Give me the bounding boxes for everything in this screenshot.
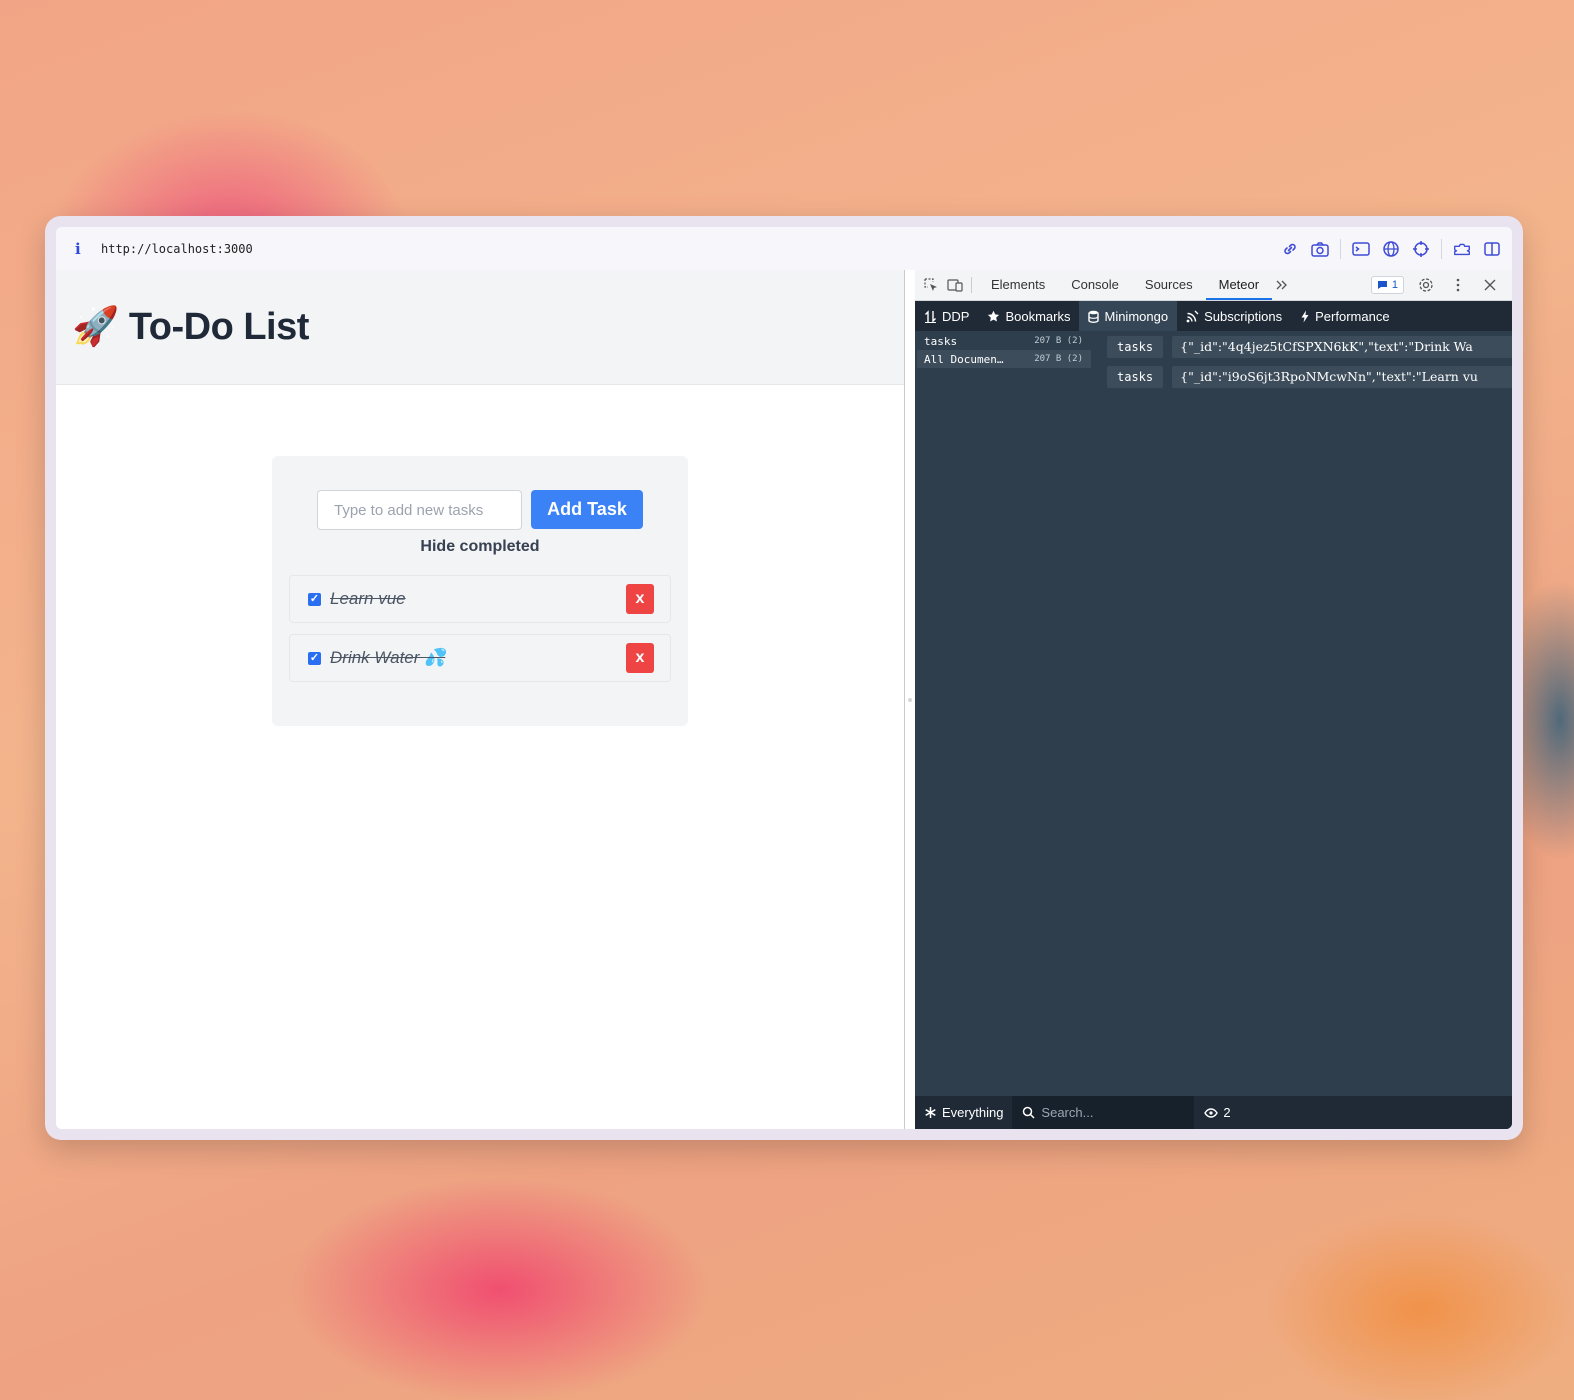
browser-window: i http://localhost:3000 🚀 To-Do List Typ…	[56, 227, 1512, 1129]
devtools-actions: 1	[1370, 270, 1500, 300]
collection-name: tasks	[924, 334, 958, 348]
search-icon	[1023, 1106, 1035, 1119]
url-text[interactable]: http://localhost:3000	[101, 242, 253, 256]
tab-console[interactable]: Console	[1058, 270, 1132, 300]
more-tabs-icon[interactable]	[1272, 275, 1292, 295]
nav-label: Bookmarks	[1005, 308, 1071, 324]
resize-handle[interactable]	[905, 270, 915, 1129]
add-task-button[interactable]: Add Task	[531, 490, 643, 529]
inspect-element-icon[interactable]	[921, 275, 941, 295]
collection-list: tasks 207 B (2) All Documen… 207 B (2)	[917, 332, 1091, 368]
toolbar-divider	[1340, 238, 1341, 259]
collection-size: 207 B (2)	[1034, 354, 1083, 364]
terminal-icon[interactable]	[1351, 239, 1371, 259]
signal-icon	[1186, 310, 1199, 322]
document-row[interactable]: tasks {"_id":"i9oS6jt3RpoNMcwNn","text":…	[1107, 366, 1512, 388]
globe-icon[interactable]	[1381, 239, 1401, 259]
issues-count: 1	[1391, 279, 1398, 291]
nav-bookmarks[interactable]: Bookmarks	[978, 301, 1079, 331]
nav-label: Minimongo	[1104, 308, 1169, 324]
database-icon	[1088, 310, 1100, 323]
filter-button[interactable]: Everything	[915, 1096, 1012, 1129]
devtools-panel: Elements Console Sources Meteor 1 DDP Bo…	[915, 270, 1512, 1129]
address-bar[interactable]: i http://localhost:3000	[56, 227, 1512, 271]
nav-label: Subscriptions	[1204, 308, 1283, 324]
browser-frame: i http://localhost:3000 🚀 To-Do List Typ…	[45, 216, 1523, 1140]
nav-performance[interactable]: Performance	[1291, 301, 1398, 331]
resize-grip	[908, 698, 912, 702]
task-item: ✓ Learn vue x	[289, 575, 671, 623]
collection-item[interactable]: tasks 207 B (2)	[917, 332, 1091, 350]
search-field[interactable]: Search...	[1012, 1096, 1195, 1129]
nav-subscriptions[interactable]: Subscriptions	[1177, 301, 1291, 331]
collection-size: 207 B (2)	[1034, 336, 1083, 346]
issues-badge[interactable]: 1	[1370, 276, 1404, 294]
tab-sources[interactable]: Sources	[1132, 270, 1206, 300]
star-icon	[988, 310, 1000, 321]
count-value: 2	[1223, 1105, 1231, 1120]
document-row[interactable]: tasks {"_id":"4q4jez5tCfSPXN6kK","text":…	[1107, 336, 1512, 358]
camera-icon[interactable]	[1310, 239, 1330, 259]
task-checkbox[interactable]: ✓	[308, 651, 321, 665]
settings-gear-icon[interactable]	[1416, 275, 1436, 295]
minimongo-body: tasks 207 B (2) All Documen… 207 B (2) t…	[915, 330, 1512, 1096]
close-icon[interactable]	[1480, 275, 1500, 295]
split-view-icon[interactable]	[1482, 239, 1502, 259]
app-header: 🚀 To-Do List	[56, 270, 904, 385]
task-card: Add Task Hide completed ✓ Learn vue x ✓ …	[272, 456, 688, 726]
collection-name: All Documen…	[924, 352, 1004, 366]
tab-meteor[interactable]: Meteor	[1205, 270, 1273, 300]
info-icon[interactable]: i	[75, 240, 85, 258]
visible-count: 2	[1194, 1105, 1231, 1120]
new-task-input[interactable]	[317, 490, 522, 530]
message-icon	[1377, 281, 1387, 289]
bolt-icon	[1301, 310, 1309, 322]
kebab-menu-icon[interactable]	[1448, 275, 1468, 295]
document-json: {"_id":"4q4jez5tCfSPXN6kK","text":"Drink…	[1172, 336, 1512, 358]
link-icon[interactable]	[1280, 239, 1300, 259]
devtools-tabbar: Elements Console Sources Meteor 1	[915, 270, 1512, 301]
nav-label: Performance	[1315, 308, 1390, 324]
page-title: 🚀 To-Do List	[72, 306, 309, 348]
task-form: Add Task	[317, 490, 643, 530]
extension-icon[interactable]	[1452, 239, 1472, 259]
tab-elements[interactable]: Elements	[978, 270, 1058, 300]
task-text: Learn vue	[330, 589, 406, 608]
filter-label: Everything	[942, 1105, 1004, 1120]
asterisk-icon	[925, 1107, 936, 1118]
minimongo-footer: Everything Search... 2	[915, 1096, 1512, 1129]
document-collection-tag: tasks	[1107, 366, 1164, 388]
transfer-arrows-icon	[925, 309, 936, 323]
search-placeholder: Search...	[1041, 1105, 1094, 1120]
delete-task-button[interactable]: x	[626, 584, 654, 614]
collection-item[interactable]: All Documen… 207 B (2)	[917, 350, 1091, 368]
nav-label: DDP	[942, 308, 970, 324]
eye-icon	[1204, 1107, 1219, 1118]
toolbar-divider	[1441, 238, 1442, 259]
task-checkbox[interactable]: ✓	[308, 592, 321, 606]
toolbar-icons	[1280, 227, 1502, 270]
hide-completed-button[interactable]: Hide completed	[272, 538, 688, 556]
device-toolbar-icon[interactable]	[945, 275, 965, 295]
nav-minimongo[interactable]: Minimongo	[1079, 301, 1178, 331]
task-text: Drink Water 💦	[330, 648, 446, 667]
delete-task-button[interactable]: x	[626, 643, 654, 673]
task-item: ✓ Drink Water 💦 x	[289, 634, 671, 682]
document-json: {"_id":"i9oS6jt3RpoNMcwNn","text":"Learn…	[1172, 366, 1512, 388]
meteor-nav: DDP Bookmarks Minimongo Subscriptions Pe…	[915, 301, 1512, 331]
document-collection-tag: tasks	[1107, 336, 1164, 358]
tabbar-divider	[971, 277, 972, 293]
todo-app: 🚀 To-Do List Add Task Hide completed ✓ L…	[56, 270, 904, 1129]
crosshair-icon[interactable]	[1411, 239, 1431, 259]
nav-ddp[interactable]: DDP	[915, 301, 978, 331]
